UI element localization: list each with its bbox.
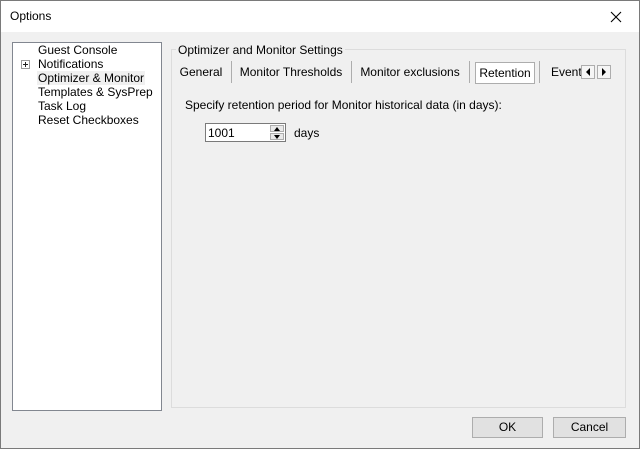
expand-plus-icon[interactable] — [21, 60, 30, 69]
settings-tab-strip: General Monitor Thresholds Monitor exclu… — [175, 61, 613, 85]
tab-monitor-thresholds[interactable]: Monitor Thresholds — [235, 61, 347, 83]
tab-divider — [469, 61, 470, 83]
tab-label: Monitor exclusions — [360, 65, 460, 79]
tab-divider — [231, 61, 232, 83]
options-category-tree[interactable]: Guest Console Notifications Optimizer & … — [12, 42, 162, 411]
tab-divider — [539, 61, 540, 83]
retention-unit-label: days — [294, 126, 320, 140]
retention-days-stepper[interactable] — [205, 123, 286, 142]
options-dialog: Options Guest Console Notifications Opti… — [0, 0, 640, 449]
close-icon — [610, 11, 622, 22]
tab-retention[interactable]: Retention — [475, 62, 535, 84]
tab-events[interactable]: Events — [543, 61, 581, 83]
spin-down-button[interactable] — [270, 133, 284, 140]
groupbox-title: Optimizer and Monitor Settings — [176, 43, 345, 57]
tree-item-label: Guest Console — [38, 43, 118, 57]
tab-label: Monitor Thresholds — [239, 65, 343, 79]
arrow-up-icon — [274, 126, 280, 131]
tab-scroll-left-button[interactable] — [581, 65, 595, 79]
tab-label: Events — [551, 65, 581, 79]
tab-label: Retention — [479, 66, 531, 80]
tree-item-label: Templates & SysPrep — [38, 85, 153, 99]
tree-item-label: Reset Checkboxes — [38, 113, 139, 127]
spin-up-button[interactable] — [270, 125, 284, 132]
retention-days-input[interactable] — [208, 125, 266, 140]
cancel-button[interactable]: Cancel — [553, 417, 626, 438]
tab-label: General — [179, 65, 223, 79]
tree-item-label: Task Log — [38, 99, 87, 113]
tab-general[interactable]: General — [175, 61, 227, 83]
arrow-left-icon — [586, 68, 590, 76]
window-title: Options — [10, 9, 52, 23]
retention-prompt: Specify retention period for Monitor his… — [185, 98, 502, 112]
arrow-right-icon — [602, 68, 606, 76]
tree-item-label: Optimizer & Monitor — [37, 71, 146, 85]
title-bar: Options — [1, 1, 639, 32]
arrow-down-icon — [274, 134, 280, 139]
ok-button[interactable]: OK — [472, 417, 543, 438]
tab-monitor-exclusions[interactable]: Monitor exclusions — [355, 61, 465, 83]
tab-scroll-right-button[interactable] — [597, 65, 611, 79]
close-button[interactable] — [593, 1, 639, 32]
tab-divider — [351, 61, 352, 83]
tree-item-label: Notifications — [38, 57, 104, 71]
